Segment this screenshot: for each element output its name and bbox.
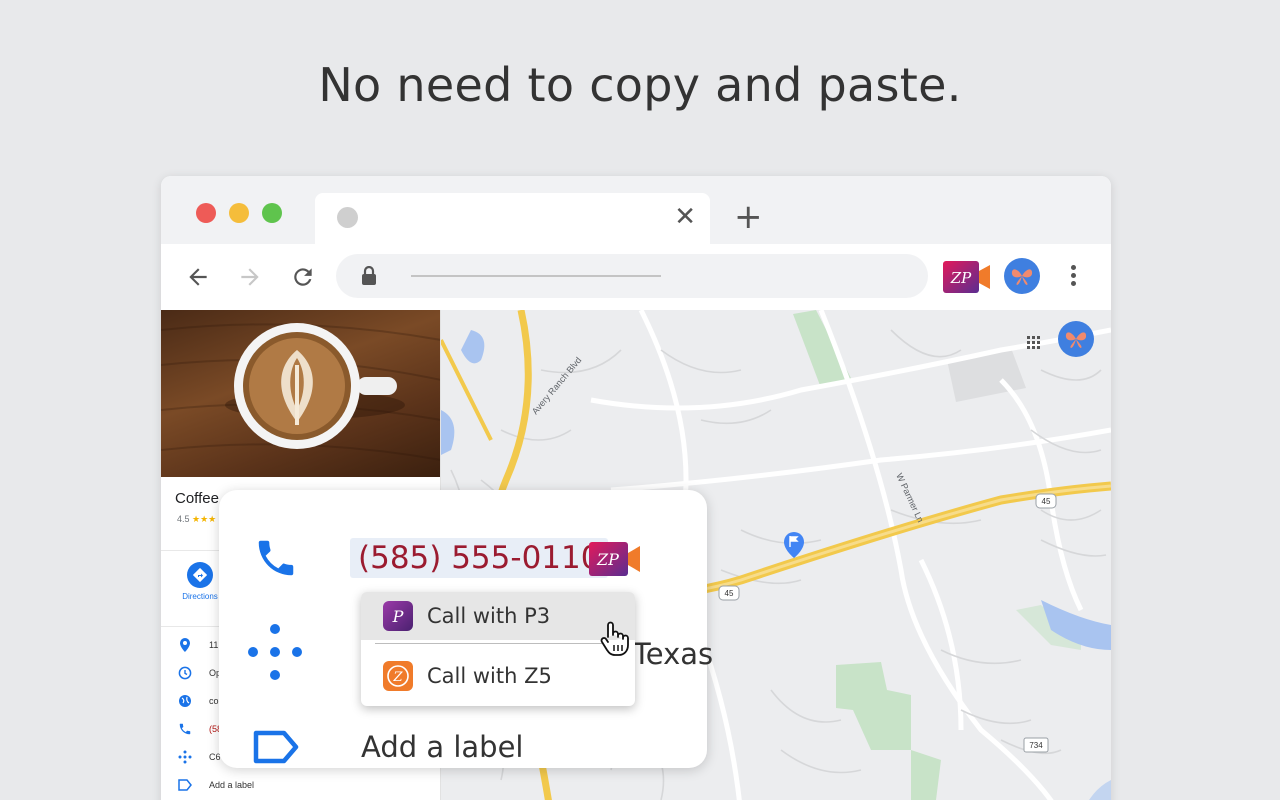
label-row[interactable]: Add a label bbox=[177, 776, 427, 794]
call-with-p3-item[interactable]: P Call with P3 bbox=[361, 592, 635, 640]
apps-grid-icon[interactable] bbox=[1027, 336, 1041, 355]
place-rating: 4.5 ★★★ bbox=[177, 514, 216, 525]
z5-app-icon: Z bbox=[383, 661, 413, 691]
address-bar[interactable] bbox=[336, 254, 928, 298]
highway-shield: 45 bbox=[718, 585, 740, 601]
p3-app-icon: P bbox=[383, 601, 413, 631]
svg-text:45: 45 bbox=[725, 589, 734, 598]
website-text: co bbox=[209, 696, 219, 706]
directions-label: Directions bbox=[182, 592, 218, 601]
rating-stars: ★★★ bbox=[192, 514, 217, 524]
place-title: Coffee bbox=[175, 490, 219, 507]
phone-icon bbox=[177, 721, 193, 737]
label-icon bbox=[177, 777, 193, 793]
highway-shield: 734 bbox=[1023, 737, 1049, 753]
hand-cursor-icon bbox=[598, 621, 630, 662]
svg-text:734: 734 bbox=[1029, 741, 1043, 750]
clock-icon bbox=[177, 665, 193, 681]
label-icon bbox=[253, 730, 299, 769]
window-minimize-dot[interactable] bbox=[229, 203, 249, 223]
lock-icon bbox=[361, 265, 377, 291]
label-text: Add a label bbox=[209, 780, 255, 790]
address-text: 11 bbox=[209, 640, 219, 650]
butterfly-icon bbox=[1065, 332, 1087, 348]
profile-avatar[interactable] bbox=[1004, 258, 1040, 294]
svg-text:Z: Z bbox=[392, 670, 403, 685]
flag-pin-icon[interactable] bbox=[784, 532, 804, 558]
place-photo bbox=[161, 310, 440, 477]
zp-call-icon[interactable]: ZP bbox=[589, 542, 641, 581]
call-menu: P Call with P3 Z Call with Z5 bbox=[361, 592, 635, 706]
zp-extension-icon[interactable]: ZP bbox=[943, 261, 991, 298]
tab-favicon-icon bbox=[337, 207, 358, 228]
window-close-dot[interactable] bbox=[196, 203, 216, 223]
forward-icon[interactable] bbox=[234, 261, 266, 293]
plus-code-icon bbox=[177, 749, 193, 765]
svg-text:45: 45 bbox=[1042, 497, 1051, 506]
highway-shield: 45 bbox=[1035, 493, 1057, 509]
call-with-z5-item[interactable]: Z Call with Z5 bbox=[361, 652, 635, 700]
call-with-z5-label: Call with Z5 bbox=[427, 664, 552, 688]
back-icon[interactable] bbox=[182, 261, 214, 293]
map-profile-avatar[interactable] bbox=[1058, 321, 1094, 357]
tab-strip: ✕ + bbox=[161, 176, 1111, 245]
headline: No need to copy and paste. bbox=[318, 58, 962, 112]
directions-button[interactable]: Directions bbox=[175, 562, 225, 601]
butterfly-icon bbox=[1011, 269, 1033, 285]
call-with-p3-label: Call with P3 bbox=[427, 604, 551, 628]
location-text: Texas bbox=[633, 637, 714, 671]
browser-tab[interactable]: ✕ bbox=[315, 193, 710, 245]
svg-text:ZP: ZP bbox=[950, 269, 972, 287]
directions-icon bbox=[187, 562, 213, 588]
window-maximize-dot[interactable] bbox=[262, 203, 282, 223]
globe-icon bbox=[177, 693, 193, 709]
new-tab-button[interactable]: + bbox=[734, 200, 763, 234]
browser-toolbar: ZP bbox=[161, 244, 1111, 310]
add-label-link[interactable]: Add a label bbox=[361, 730, 524, 764]
location-pin-icon bbox=[177, 637, 193, 653]
browser-menu-icon[interactable] bbox=[1066, 262, 1080, 292]
reload-icon[interactable] bbox=[287, 261, 319, 293]
rating-value: 4.5 bbox=[177, 514, 190, 524]
plus-code-icon bbox=[245, 623, 305, 688]
road-label-avery-ranch: Avery Ranch Blvd bbox=[530, 355, 584, 416]
tab-close-icon[interactable]: ✕ bbox=[674, 202, 696, 232]
svg-text:ZP: ZP bbox=[596, 550, 619, 569]
phone-icon bbox=[253, 535, 299, 586]
url-placeholder bbox=[411, 275, 661, 277]
menu-divider bbox=[375, 643, 621, 644]
phone-number-link[interactable]: (585) 555-0110 bbox=[350, 538, 609, 578]
